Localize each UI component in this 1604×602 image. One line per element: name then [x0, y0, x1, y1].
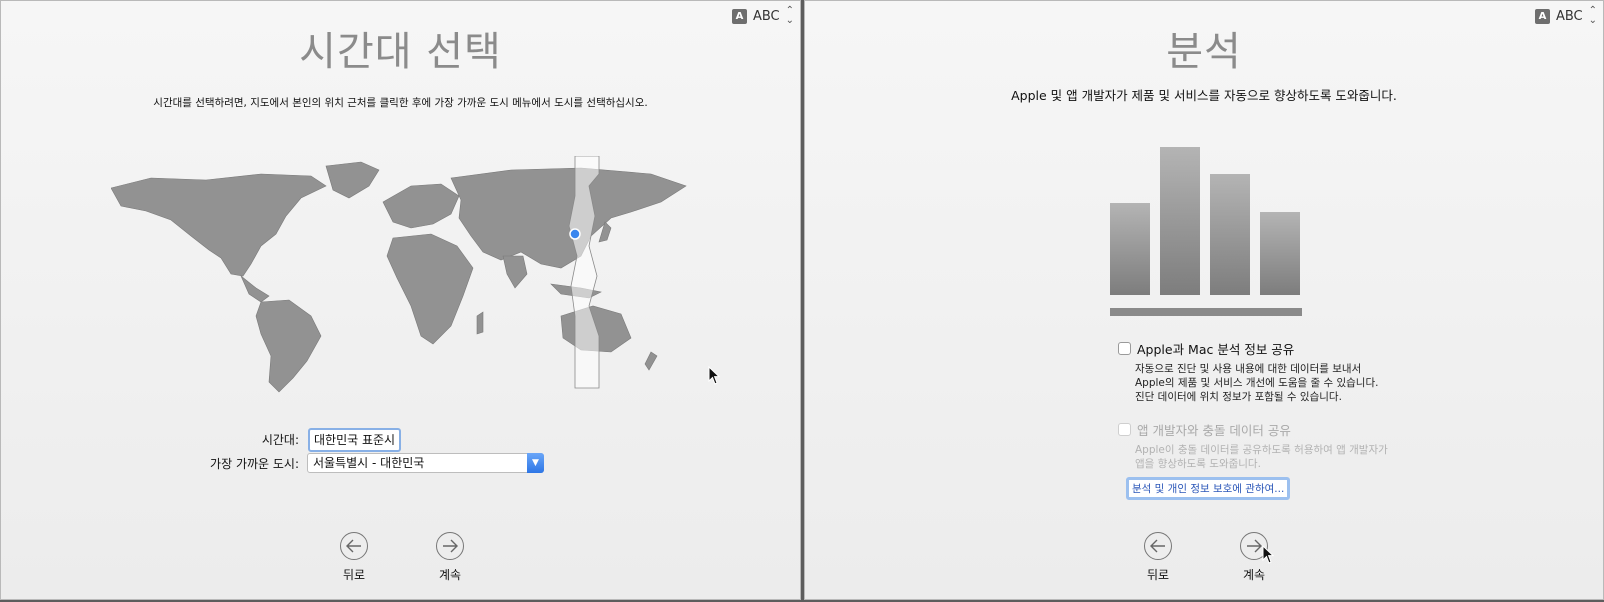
chart-baseline [1110, 308, 1302, 316]
mouse-cursor-icon [708, 366, 721, 385]
chevron-down-icon: ▼ [527, 453, 544, 473]
share-crash-data-label: 앱 개발자와 충돌 데이터 공유 [1137, 423, 1291, 438]
map-greenland [325, 161, 380, 199]
closest-city-value: 서울특별시 - 대한민국 [313, 456, 425, 470]
analytics-illustration [1110, 147, 1302, 316]
map-south-america [255, 299, 322, 393]
continue-button[interactable]: 계속 [420, 532, 480, 583]
share-mac-analytics-label: Apple과 Mac 분석 정보 공유 [1137, 342, 1295, 357]
illustration-bar [1260, 212, 1300, 295]
back-button-label: 뒤로 [342, 568, 366, 582]
timezone-description: 시간대를 선택하려면, 지도에서 본인의 위치 근처를 클릭한 후에 가장 가까… [153, 97, 648, 109]
illustration-bar [1160, 147, 1200, 295]
map-asia [450, 167, 687, 269]
analytics-description: Apple 및 앱 개발자가 제품 및 서비스를 자동으로 향상하도록 도와줍니… [1011, 88, 1397, 103]
share-crash-data-description: Apple이 충돌 데이터를 공유하도록 허용하여 앱 개발자가 앱을 향상하도… [1135, 443, 1388, 471]
description-line: Apple의 제품 및 서비스 개선에 도움을 줄 수 있습니다. [1135, 377, 1379, 389]
continue-button-label: 계속 [438, 568, 462, 582]
map-new-zealand [644, 351, 658, 371]
description-line: Apple이 충돌 데이터를 공유하도록 허용하여 앱 개발자가 [1135, 444, 1388, 456]
page-title: 분석 [1166, 29, 1242, 75]
share-mac-analytics-checkbox[interactable] [1118, 342, 1131, 355]
arrow-left-icon [1144, 532, 1172, 560]
mouse-cursor-icon [1262, 545, 1275, 564]
description-line: 진단 데이터에 위치 정보가 포함될 수 있습니다. [1135, 391, 1342, 403]
location-pin-icon [569, 228, 581, 240]
map-central-america [240, 275, 270, 303]
map-africa [386, 233, 474, 345]
page-title: 시간대 선택 [299, 29, 502, 75]
arrow-right-icon [436, 532, 464, 560]
share-mac-analytics-row[interactable]: Apple과 Mac 분석 정보 공유 [1118, 339, 1294, 358]
back-button[interactable]: 뒤로 [1128, 532, 1188, 583]
back-button-label: 뒤로 [1146, 568, 1170, 582]
description-line: 앱을 향상하도록 도와줍니다. [1135, 458, 1261, 470]
share-mac-analytics-description: 자동으로 진단 및 사용 내용에 대한 데이터를 보내서 Apple의 제품 및… [1135, 362, 1378, 404]
arrow-left-icon [340, 532, 368, 560]
analytics-pane: A ABC ⌃ ⌄ 분석 Apple 및 앱 개발자가 제품 및 서비스를 자동으… [804, 0, 1604, 600]
timezone-label: 시간대: [261, 433, 299, 447]
description-line: 자동으로 진단 및 사용 내용에 대한 데이터를 보내서 [1135, 363, 1362, 375]
map-india [502, 255, 528, 289]
illustration-bar [1110, 203, 1150, 295]
closest-city-label: 가장 가까운 도시: [210, 457, 299, 471]
timezone-field[interactable]: 대한민국 표준시 [308, 428, 402, 452]
map-madagascar [476, 311, 484, 335]
about-analytics-privacy-button[interactable]: 분석 및 개인 정보 보호에 관하여... [1126, 477, 1291, 500]
share-crash-data-checkbox [1118, 423, 1131, 436]
map-north-america [111, 173, 327, 277]
map-europe [382, 183, 460, 229]
back-button[interactable]: 뒤로 [324, 532, 384, 583]
share-crash-data-row: 앱 개발자와 충돌 데이터 공유 [1118, 420, 1291, 439]
world-map[interactable] [111, 156, 696, 406]
timezone-pane: A ABC ⌃ ⌄ 시간대 선택 시간대를 선택하려면, 지도에서 본인의 위치 … [0, 0, 801, 600]
closest-city-select[interactable]: 서울특별시 - 대한민국 ▼ [307, 453, 544, 473]
illustration-bar [1210, 174, 1250, 295]
continue-button-label: 계속 [1242, 568, 1266, 582]
